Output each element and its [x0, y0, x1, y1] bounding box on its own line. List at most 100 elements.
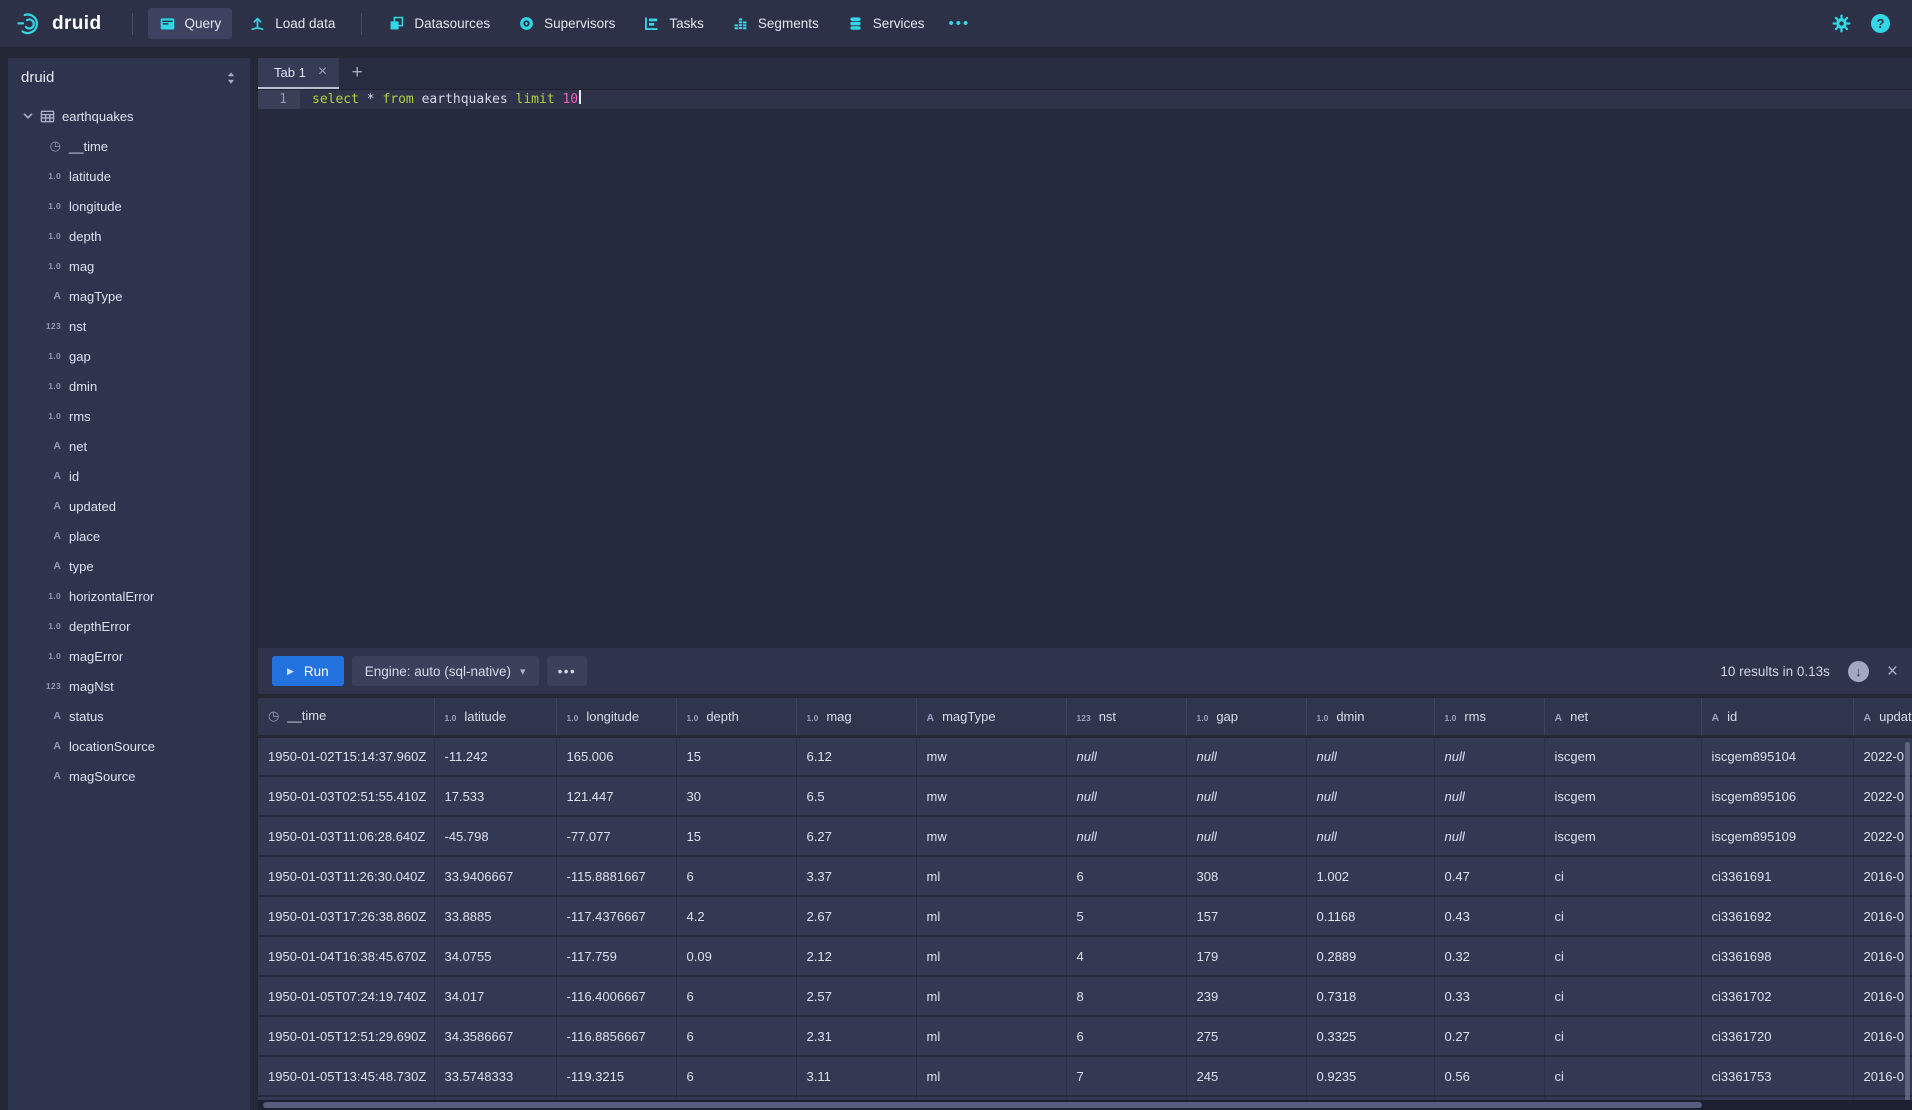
run-button[interactable]: ▶ Run	[272, 656, 344, 686]
table-cell[interactable]: 0.27	[1434, 1016, 1544, 1056]
nav-item-supervisors[interactable]: Supervisors	[507, 8, 626, 39]
table-cell[interactable]: 1950-01-03T11:26:30.040Z	[258, 856, 434, 896]
table-cell[interactable]: -119.3215	[556, 1056, 676, 1096]
nav-item-segments[interactable]: Segments	[721, 8, 830, 39]
table-cell[interactable]: 2016-0	[1853, 896, 1912, 936]
table-cell[interactable]: null	[1434, 776, 1544, 816]
table-cell[interactable]: 1950-01-03T02:51:55.410Z	[258, 776, 434, 816]
column-header-magType[interactable]: AmagType	[916, 698, 1066, 736]
table-cell[interactable]: 121.447	[556, 776, 676, 816]
table-cell[interactable]: 2.31	[796, 1016, 916, 1056]
table-cell[interactable]: 0.43	[1434, 896, 1544, 936]
sidebar-column-item[interactable]: 1.0 dmin	[8, 371, 250, 401]
table-cell[interactable]: -117.4376667	[556, 896, 676, 936]
sidebar-column-item[interactable]: A id	[8, 461, 250, 491]
column-header-nst[interactable]: 123nst	[1066, 698, 1186, 736]
table-cell[interactable]: 2.12	[796, 936, 916, 976]
table-cell[interactable]: ml	[916, 976, 1066, 1016]
table-cell[interactable]: 0.09	[676, 936, 796, 976]
nav-item-datasources[interactable]: Datasources	[377, 8, 501, 39]
table-cell[interactable]: 6	[1066, 1016, 1186, 1056]
column-header-depth[interactable]: 1.0depth	[676, 698, 796, 736]
table-cell[interactable]: 0.9235	[1306, 1056, 1434, 1096]
table-cell[interactable]: 2016-0	[1853, 856, 1912, 896]
sidebar-column-item[interactable]: A locationSource	[8, 731, 250, 761]
vertical-scrollbar-thumb[interactable]	[1905, 742, 1910, 1105]
table-cell[interactable]: ml	[916, 896, 1066, 936]
sidebar-column-item[interactable]: A magSource	[8, 761, 250, 791]
druid-logo[interactable]: druid	[16, 10, 120, 37]
add-tab-button[interactable]: +	[339, 58, 375, 89]
table-cell[interactable]: mw	[916, 776, 1066, 816]
table-cell[interactable]: 275	[1186, 1016, 1306, 1056]
close-results-icon[interactable]: ×	[1887, 662, 1898, 681]
download-results-icon[interactable]: ↓	[1848, 661, 1869, 682]
table-cell[interactable]: 6	[676, 976, 796, 1016]
table-cell[interactable]: 6	[676, 1056, 796, 1096]
nav-item-tasks[interactable]: Tasks	[632, 8, 715, 39]
table-cell[interactable]: ci	[1544, 936, 1701, 976]
table-cell[interactable]: -45.798	[434, 816, 556, 856]
table-cell[interactable]: iscgem895104	[1701, 736, 1853, 776]
table-cell[interactable]: 179	[1186, 936, 1306, 976]
sidebar-column-item[interactable]: 1.0 rms	[8, 401, 250, 431]
table-cell[interactable]: 0.33	[1434, 976, 1544, 1016]
table-cell[interactable]: null	[1434, 736, 1544, 776]
nav-item-query[interactable]: Query	[148, 8, 233, 39]
table-cell[interactable]: 6	[676, 856, 796, 896]
table-cell[interactable]: 2016-0	[1853, 1016, 1912, 1056]
table-cell[interactable]: ci	[1544, 1056, 1701, 1096]
table-cell[interactable]: 2.57	[796, 976, 916, 1016]
table-cell[interactable]: 245	[1186, 1056, 1306, 1096]
table-cell[interactable]: ci3361753	[1701, 1056, 1853, 1096]
table-cell[interactable]: null	[1434, 816, 1544, 856]
table-cell[interactable]: 165.006	[556, 736, 676, 776]
table-cell[interactable]: iscgem895106	[1701, 776, 1853, 816]
query-tab-1[interactable]: Tab 1 ×	[258, 58, 339, 89]
table-cell[interactable]: 5	[1066, 896, 1186, 936]
table-cell[interactable]: ci3361698	[1701, 936, 1853, 976]
table-cell[interactable]: ci3361691	[1701, 856, 1853, 896]
column-header-longitude[interactable]: 1.0longitude	[556, 698, 676, 736]
sidebar-column-item[interactable]: ◷ __time	[8, 131, 250, 161]
table-cell[interactable]: 0.56	[1434, 1056, 1544, 1096]
column-header-dmin[interactable]: 1.0dmin	[1306, 698, 1434, 736]
table-cell[interactable]: 34.3586667	[434, 1016, 556, 1056]
sidebar-column-item[interactable]: 1.0 depth	[8, 221, 250, 251]
sidebar-column-item[interactable]: 123 nst	[8, 311, 250, 341]
table-cell[interactable]: null	[1066, 816, 1186, 856]
table-cell[interactable]: 0.1168	[1306, 896, 1434, 936]
nav-item-load-data[interactable]: Load data	[238, 8, 346, 39]
table-cell[interactable]: null	[1186, 816, 1306, 856]
table-cell[interactable]: 6.27	[796, 816, 916, 856]
sort-columns-icon[interactable]	[224, 70, 238, 86]
column-header-id[interactable]: Aid	[1701, 698, 1853, 736]
table-cell[interactable]: 2016-0	[1853, 976, 1912, 1016]
table-cell[interactable]: 0.7318	[1306, 976, 1434, 1016]
table-cell[interactable]: mw	[916, 736, 1066, 776]
table-cell[interactable]: 308	[1186, 856, 1306, 896]
table-cell[interactable]: ci	[1544, 896, 1701, 936]
table-cell[interactable]: 6	[676, 1016, 796, 1056]
table-cell[interactable]: 6.12	[796, 736, 916, 776]
sidebar-column-item[interactable]: 1.0 longitude	[8, 191, 250, 221]
help-icon[interactable]: ?	[1871, 14, 1890, 33]
sidebar-column-item[interactable]: A magType	[8, 281, 250, 311]
table-cell[interactable]: 2.67	[796, 896, 916, 936]
schema-selector[interactable]: druid	[8, 58, 250, 95]
more-menu-icon[interactable]: •••	[938, 15, 980, 32]
datasource-node-earthquakes[interactable]: earthquakes	[8, 101, 250, 131]
column-header-__time[interactable]: ◷__time	[258, 698, 434, 736]
table-cell[interactable]: -115.8881667	[556, 856, 676, 896]
table-cell[interactable]: ml	[916, 856, 1066, 896]
table-cell[interactable]: 0.32	[1434, 936, 1544, 976]
column-header-latitude[interactable]: 1.0latitude	[434, 698, 556, 736]
table-cell[interactable]: 6	[1066, 856, 1186, 896]
sidebar-column-item[interactable]: A status	[8, 701, 250, 731]
table-cell[interactable]: 1950-01-05T07:24:19.740Z	[258, 976, 434, 1016]
table-cell[interactable]: ci3361692	[1701, 896, 1853, 936]
sidebar-column-item[interactable]: 1.0 horizontalError	[8, 581, 250, 611]
table-cell[interactable]: 0.47	[1434, 856, 1544, 896]
column-header-updated[interactable]: Aupdated	[1853, 698, 1912, 736]
table-cell[interactable]: 6.5	[796, 776, 916, 816]
